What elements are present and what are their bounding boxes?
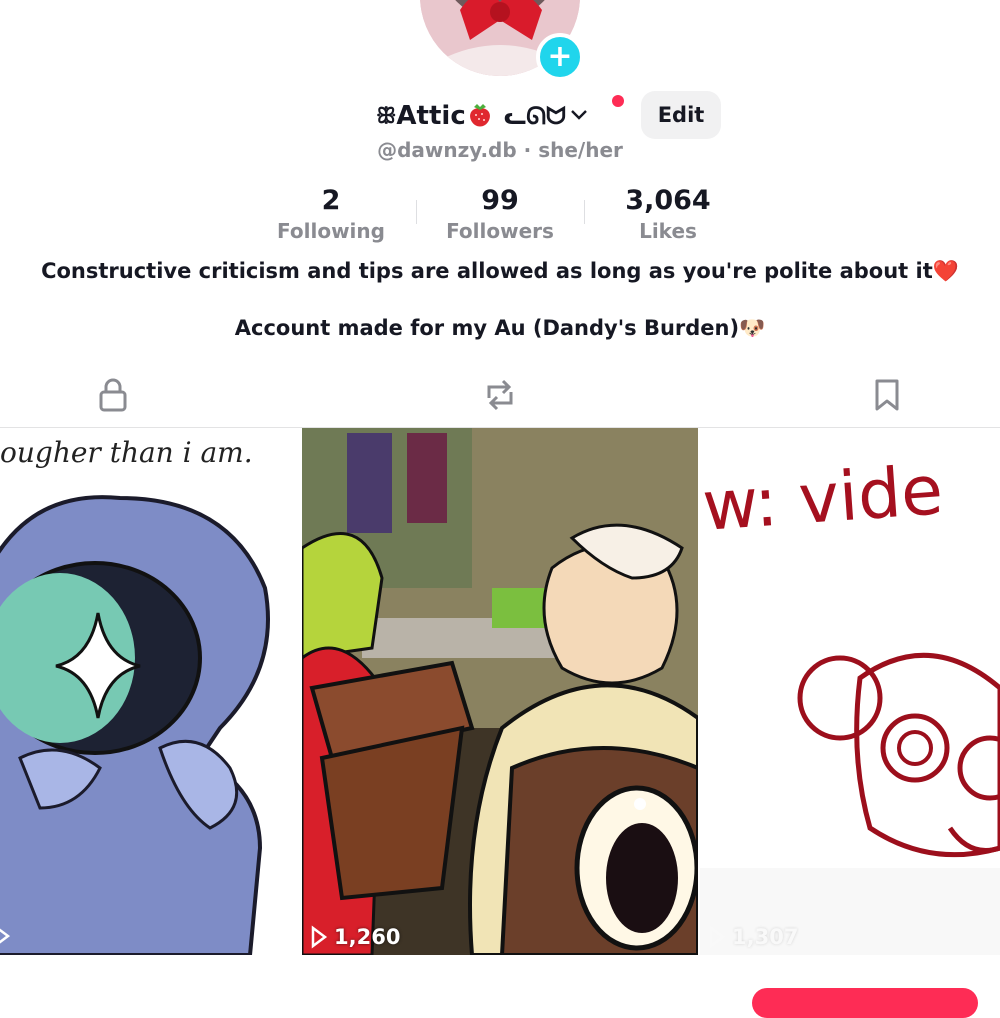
repost-icon: [487, 379, 513, 411]
lock-icon: [99, 378, 127, 412]
video-caption: w: vide: [700, 451, 946, 547]
followers-stat[interactable]: 99 Followers: [420, 184, 580, 244]
tab-private[interactable]: [83, 372, 143, 418]
video-view-count: 1,307: [708, 925, 798, 949]
notification-dot: [612, 95, 624, 107]
bio-line-2: Account made for my Au (Dandy's Burden)🐶: [234, 316, 766, 340]
bookmark-icon: [875, 379, 899, 411]
display-name: Attic: [396, 101, 466, 131]
stat-divider: [416, 200, 417, 224]
following-stat[interactable]: 2 Following: [251, 184, 411, 244]
display-name-suffix: ᓚᘏᗢ: [503, 102, 566, 130]
likes-stat[interactable]: 3,064 Likes: [588, 184, 748, 244]
add-avatar-button[interactable]: +: [536, 33, 584, 81]
tab-favorites[interactable]: [857, 372, 917, 418]
view-count-text: 1,307: [732, 925, 799, 949]
video-view-count: 1,260: [310, 925, 400, 949]
play-icon: [709, 925, 726, 949]
view-count-text: 1,260: [334, 925, 401, 949]
bio-line-1: Constructive criticism and tips are allo…: [41, 259, 959, 283]
following-label: Following: [277, 219, 385, 243]
decorative-glyph: ꕥ: [376, 103, 397, 129]
following-count: 2: [321, 185, 341, 216]
followers-count: 99: [481, 185, 519, 216]
display-name-row[interactable]: ꕥ Attic ᓚᘏᗢ: [376, 96, 588, 136]
video-view-count: [0, 925, 16, 947]
likes-count: 3,064: [625, 185, 711, 216]
video-thumbnail[interactable]: w: vide 1,307: [700, 428, 1000, 955]
plus-icon: +: [547, 39, 573, 74]
username-pronouns: @dawnzy.db · she/her: [377, 138, 623, 162]
tab-reposts[interactable]: [470, 372, 530, 418]
video-thumbnail[interactable]: 1,260: [302, 428, 698, 955]
edit-profile-button[interactable]: Edit: [641, 91, 721, 139]
chevron-down-icon[interactable]: [570, 106, 588, 127]
play-icon: [0, 928, 10, 944]
followers-label: Followers: [446, 219, 554, 243]
strawberry-icon: [468, 102, 492, 130]
play-icon: [311, 925, 328, 949]
video-caption: ougher than i am.: [0, 436, 253, 469]
create-button[interactable]: [752, 988, 978, 1018]
video-thumbnail[interactable]: ougher than i am.: [0, 428, 300, 955]
stat-divider: [584, 200, 585, 224]
likes-label: Likes: [639, 219, 697, 243]
